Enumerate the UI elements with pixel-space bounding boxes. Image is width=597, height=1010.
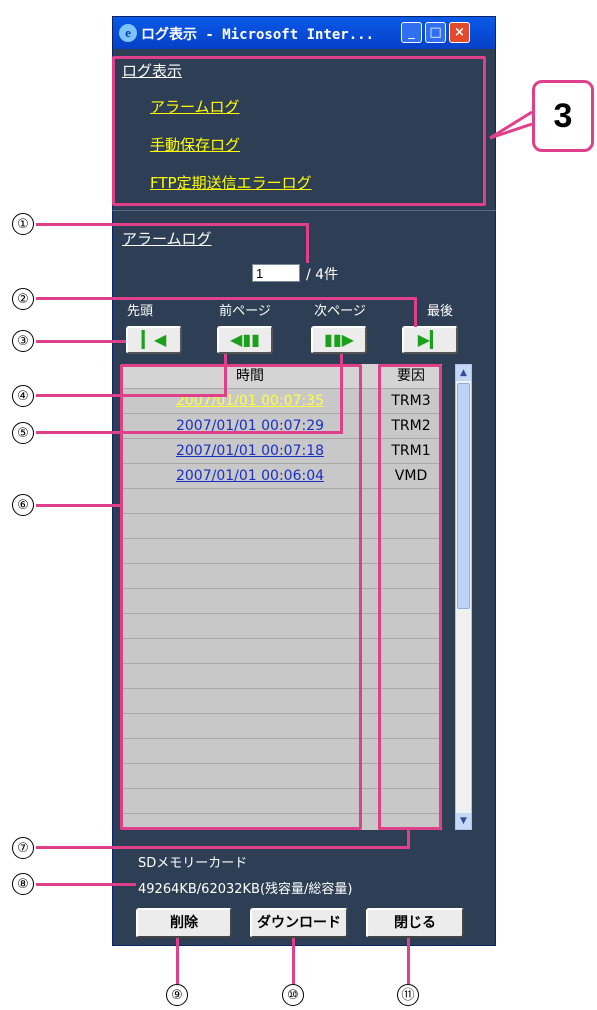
last-page-button[interactable]: ▶▎ [402, 326, 458, 354]
table-scrollbar[interactable]: ▲ ▼ [455, 364, 472, 830]
page-number-input[interactable] [252, 264, 300, 282]
callout-8: ⑧ [12, 873, 34, 895]
page-total: / 4件 [306, 267, 339, 283]
sd-card-label: SDメモリーカード [138, 856, 248, 871]
callout-4: ④ [12, 385, 34, 407]
leader-line-9 [176, 938, 179, 984]
leader-line-2b [414, 297, 417, 327]
leader-line-6 [36, 504, 122, 507]
leader-line-2 [36, 297, 416, 300]
window-title: ログ表示 - Microsoft Inter... [141, 27, 375, 43]
leader-line-5 [36, 431, 342, 434]
next-page-button[interactable]: ▮▮▶ [311, 326, 367, 354]
scroll-up-icon[interactable]: ▲ [456, 365, 471, 381]
callout-1: ① [12, 213, 34, 235]
previous-page-button[interactable]: ◀▮▮ [217, 326, 273, 354]
leader-line-1 [36, 223, 308, 226]
nav-label-next: 次ページ [314, 304, 366, 319]
callout-3: ③ [12, 330, 34, 352]
divider [112, 210, 496, 211]
close-button[interactable]: 閉じる [366, 908, 464, 938]
callout-2: ② [12, 288, 34, 310]
leader-line-7 [36, 846, 410, 849]
big-callout-3: 3 [532, 80, 594, 152]
leader-line-1b [306, 223, 309, 263]
maximize-button[interactable]: □ [425, 22, 446, 43]
callout-11: ⑪ [397, 984, 419, 1006]
download-button[interactable]: ダウンロード [250, 908, 348, 938]
leader-line-3 [36, 340, 126, 343]
log-menu-highlight [112, 56, 486, 206]
delete-button[interactable]: 削除 [136, 908, 232, 938]
close-window-button[interactable]: × [449, 22, 470, 43]
callout-5: ⑤ [12, 422, 34, 444]
leader-line-8 [36, 883, 136, 886]
first-page-icon: ▎◀ [141, 330, 167, 349]
leader-line-5b [340, 354, 343, 434]
next-page-icon: ▮▮▶ [324, 330, 354, 349]
leader-line-7b [407, 830, 410, 849]
nav-label-first: 先頭 [126, 304, 153, 319]
callout-6: ⑥ [12, 494, 34, 516]
title-bar[interactable]: e ログ表示 - Microsoft Inter... _ □ × [113, 17, 495, 49]
scroll-down-icon[interactable]: ▼ [456, 813, 471, 829]
callout-10: ⑩ [282, 984, 304, 1006]
leader-line-10 [292, 938, 295, 984]
nav-label-prev: 前ページ [219, 304, 271, 319]
ie-icon: e [119, 24, 137, 42]
previous-page-icon: ◀▮▮ [230, 330, 260, 349]
leader-line-11 [407, 938, 410, 984]
cause-column-highlight [378, 364, 442, 830]
callout-7: ⑦ [12, 837, 34, 859]
callout-9: ⑨ [166, 984, 188, 1006]
leader-line-4 [36, 394, 226, 397]
alarm-log-title: アラームログ [122, 230, 212, 248]
first-page-button[interactable]: ▎◀ [126, 326, 182, 354]
sd-card-capacity: 49264KB/62032KB(残容量/総容量) [138, 882, 353, 897]
scrollbar-thumb[interactable] [457, 383, 470, 609]
minimize-button[interactable]: _ [401, 22, 422, 43]
nav-label-last: 最後 [426, 304, 453, 319]
last-page-icon: ▶▎ [417, 330, 443, 349]
leader-line-4b [224, 354, 227, 397]
